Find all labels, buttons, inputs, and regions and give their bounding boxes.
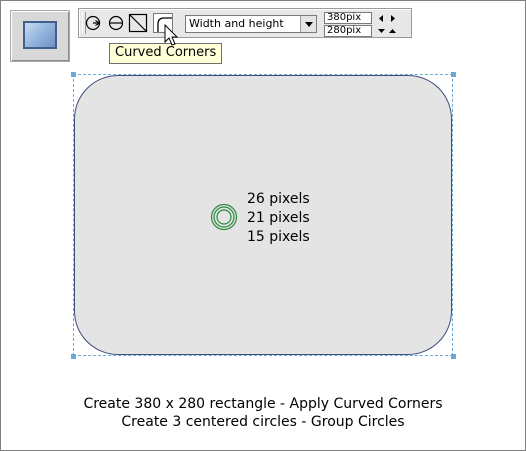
circle-15px [216, 209, 232, 225]
circle-label-26: 26 pixels [247, 191, 310, 207]
circle-minus-icon [108, 15, 124, 31]
chevron-down-icon[interactable] [300, 16, 316, 32]
arrow-up-icon [389, 29, 396, 33]
width-field[interactable]: 380pix [324, 12, 372, 24]
mouse-pointer-icon [164, 24, 179, 46]
height-increase-button[interactable] [388, 26, 397, 35]
width-increase-button[interactable] [388, 14, 397, 23]
selection-handle[interactable] [71, 72, 76, 77]
selection-handle[interactable] [71, 354, 76, 359]
square-corners-icon [128, 13, 148, 33]
height-decrease-button[interactable] [377, 26, 386, 35]
rotate-circle-button[interactable] [83, 13, 103, 33]
circle-label-15: 15 pixels [247, 229, 310, 245]
square-corners-button[interactable] [128, 13, 148, 33]
rectangle-tool-icon [23, 21, 57, 49]
instruction-line-2: Create 3 centered circles - Group Circle… [121, 414, 405, 430]
resize-mode-select[interactable]: Width and height [185, 15, 317, 33]
circle-minus-button[interactable] [106, 13, 126, 33]
arrow-right-icon [391, 15, 395, 22]
selection-handle[interactable] [451, 72, 456, 77]
circle-label-21: 21 pixels [247, 210, 310, 226]
centered-circles-group[interactable] [210, 203, 238, 231]
rectangle-tool-button[interactable] [10, 10, 70, 62]
selection-handle[interactable] [451, 354, 456, 359]
instruction-line-1: Create 380 x 280 rectangle - Apply Curve… [83, 396, 443, 412]
width-decrease-button[interactable] [377, 14, 386, 23]
rotate-circle-icon [85, 15, 101, 31]
rectangle-infobar: Width and height 380pix 280pix [78, 8, 412, 38]
circle-26px [210, 203, 238, 231]
arrow-left-icon [379, 15, 383, 22]
height-field[interactable]: 280pix [324, 25, 372, 37]
resize-mode-value: Width and height [189, 17, 284, 30]
arrow-down-icon [378, 29, 385, 33]
